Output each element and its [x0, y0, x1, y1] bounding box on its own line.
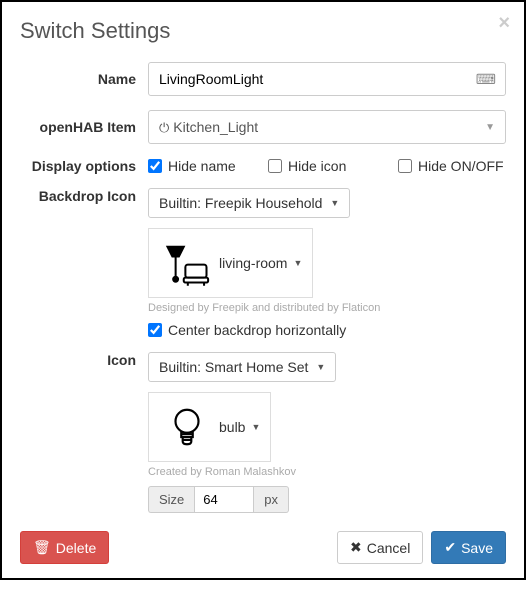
size-unit: px	[254, 486, 289, 513]
keyboard-icon: ⌨	[476, 71, 496, 88]
switch-settings-modal: × Switch Settings Name ⌨ openHAB Item ⏻ K…	[0, 0, 526, 580]
power-icon: ⏻	[159, 120, 169, 135]
display-options-label: Display options	[20, 158, 148, 174]
caret-down-icon: ▼	[251, 422, 260, 432]
backdrop-icon-label: Backdrop Icon	[20, 188, 148, 204]
bulb-icon	[159, 399, 215, 455]
icon-iconset-dropdown[interactable]: Builtin: Smart Home Set ▼	[148, 352, 336, 382]
caret-down-icon: ▼	[330, 198, 339, 208]
living-room-icon	[159, 235, 215, 291]
center-backdrop-input[interactable]	[148, 323, 162, 337]
hide-icon-input[interactable]	[268, 159, 282, 173]
icon-credit: Created by Roman Malashkov	[148, 466, 506, 478]
chevron-down-icon: ▼	[485, 122, 495, 133]
size-input-group: Size px	[148, 486, 506, 513]
caret-down-icon: ▼	[293, 258, 302, 268]
modal-title: Switch Settings	[20, 18, 506, 44]
icon-label: Icon	[20, 352, 148, 368]
openhab-item-label: openHAB Item	[20, 119, 148, 135]
check-icon: ✔	[444, 539, 456, 556]
openhab-item-select[interactable]: ⏻ Kitchen_Light ▼	[148, 110, 506, 144]
save-button[interactable]: ✔ Save	[431, 531, 506, 564]
cancel-button[interactable]: ✖ Cancel	[337, 531, 423, 564]
hide-name-input[interactable]	[148, 159, 162, 173]
size-input[interactable]	[194, 486, 254, 513]
name-input[interactable]	[148, 62, 506, 96]
backdrop-credit: Designed by Freepik and distributed by F…	[148, 302, 506, 314]
name-label: Name	[20, 71, 148, 87]
hide-onoff-checkbox[interactable]: Hide ON/OFF	[398, 158, 504, 174]
size-label: Size	[148, 486, 194, 513]
x-icon: ✖	[350, 539, 362, 556]
center-backdrop-checkbox[interactable]: Center backdrop horizontally	[148, 322, 506, 338]
trash-icon: 🗑	[33, 539, 51, 556]
hide-icon-checkbox[interactable]: Hide icon	[268, 158, 398, 174]
backdrop-icon-picker[interactable]: living-room▼	[148, 228, 313, 298]
openhab-item-value: Kitchen_Light	[173, 119, 258, 135]
hide-name-checkbox[interactable]: Hide name	[148, 158, 268, 174]
icon-picker[interactable]: bulb▼	[148, 392, 271, 462]
close-icon[interactable]: ×	[498, 12, 510, 35]
backdrop-iconset-dropdown[interactable]: Builtin: Freepik Household ▼	[148, 188, 350, 218]
caret-down-icon: ▼	[316, 362, 325, 372]
delete-button[interactable]: 🗑 Delete	[20, 531, 109, 564]
hide-onoff-input[interactable]	[398, 159, 412, 173]
